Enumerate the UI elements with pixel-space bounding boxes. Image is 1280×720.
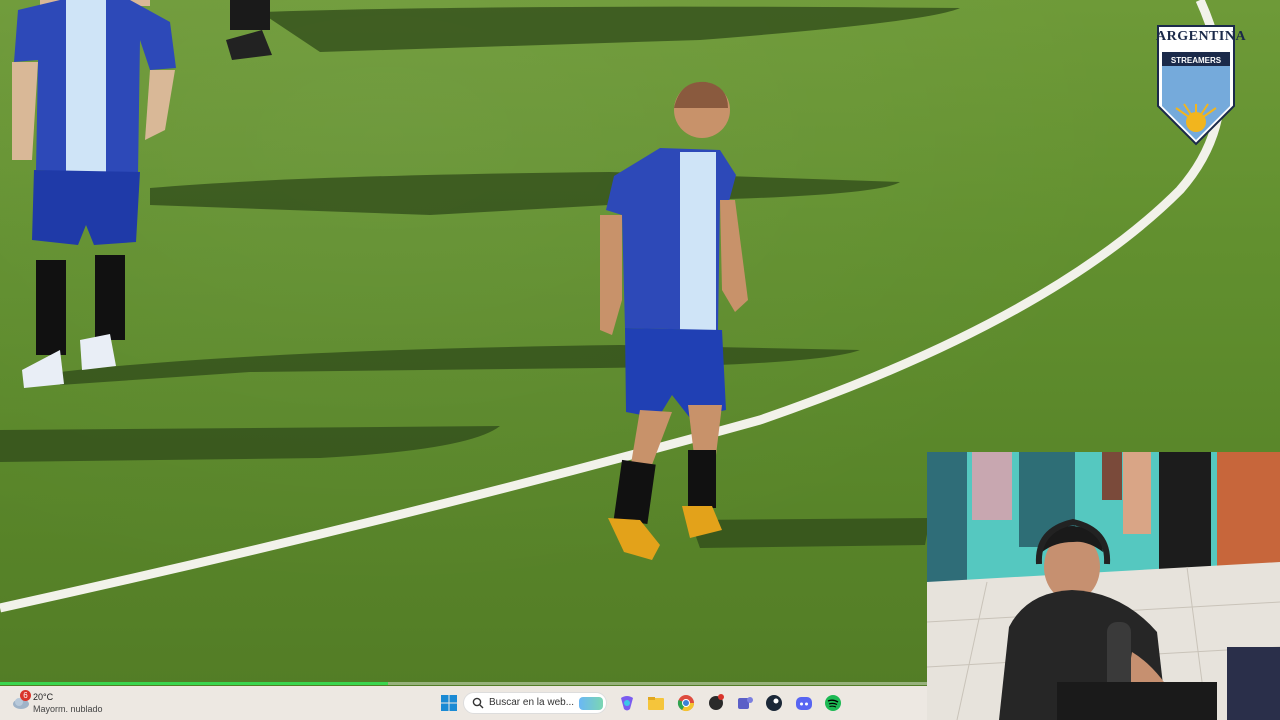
broadcaster-logo: ARGENTINA STREAMERS — [1156, 24, 1247, 146]
weather-widget[interactable]: 6 20°C Mayorm. nublado — [10, 690, 120, 716]
chrome-icon[interactable] — [677, 694, 695, 712]
teams-icon[interactable] — [736, 694, 754, 712]
weather-temperature: 20°C — [33, 692, 54, 702]
file-explorer-icon[interactable] — [647, 694, 665, 712]
spotify-icon[interactable] — [824, 694, 842, 712]
search-icon — [472, 697, 484, 709]
copilot-icon[interactable] — [618, 694, 636, 712]
weather-condition: Mayorm. nublado — [33, 704, 103, 714]
logo-subtitle: STREAMERS — [1170, 56, 1222, 65]
taskbar-search-box[interactable]: Buscar en la web... — [463, 692, 607, 714]
logo-title: ARGENTINA — [1156, 29, 1247, 44]
video-progress-track[interactable] — [388, 682, 927, 685]
webcam-feed — [927, 452, 1280, 720]
notification-badge: 6 — [20, 690, 31, 701]
webcam-overlay — [927, 452, 1280, 720]
search-placeholder: Buscar en la web... — [489, 697, 575, 708]
video-progress-played[interactable] — [0, 682, 388, 685]
windows-taskbar: 6 20°C Mayorm. nublado Buscar en la web.… — [0, 686, 927, 720]
player-top — [226, 0, 272, 60]
settings-app-icon[interactable] — [707, 694, 725, 712]
player-center — [600, 81, 748, 560]
windows-start-icon[interactable] — [440, 694, 458, 712]
steam-icon[interactable] — [765, 694, 783, 712]
discord-icon[interactable] — [795, 694, 813, 712]
search-highlight-icon — [579, 697, 603, 710]
